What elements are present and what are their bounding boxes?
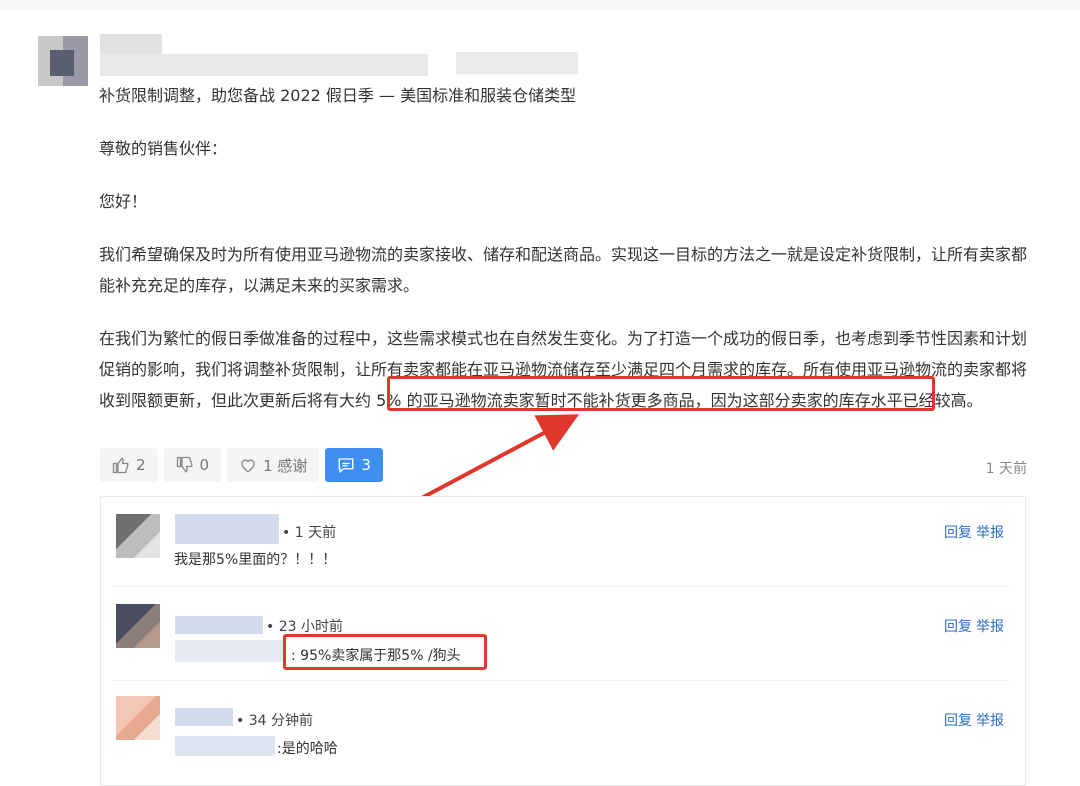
comment-mention-blurred [175, 736, 275, 756]
comment-text: :是的哈哈 [277, 741, 338, 757]
dislike-button[interactable]: 0 [163, 448, 222, 482]
comment-divider [114, 586, 1010, 587]
like-button[interactable]: 2 [100, 448, 158, 482]
thumbs-up-icon [112, 457, 129, 474]
comment-mention-blurred [175, 640, 285, 662]
comment-avatar[interactable] [116, 604, 160, 648]
comment-links: 回复 举报 [940, 522, 1004, 542]
reply-link[interactable]: 回复 [944, 713, 972, 729]
thanks-button[interactable]: 1 感谢 [227, 448, 320, 482]
thanks-label: 1 感谢 [263, 456, 308, 475]
report-link[interactable]: 举报 [976, 713, 1004, 729]
comment-count: 3 [361, 456, 371, 474]
dislike-count: 0 [199, 456, 210, 474]
comment-author-blurred[interactable] [175, 514, 279, 544]
comment-author-blurred[interactable] [175, 708, 233, 726]
comment-divider [114, 680, 1010, 681]
report-link[interactable]: 举报 [976, 619, 1004, 635]
report-link[interactable]: 举报 [976, 525, 1004, 541]
comment-text: 我是那5%里面的？！！！ [174, 552, 337, 568]
post-time: 1 天前 [985, 461, 1027, 477]
comment-author-blurred[interactable] [175, 616, 263, 634]
comment-links: 回复 举报 [940, 710, 1004, 730]
comment-time: • 23 小时前 [266, 619, 343, 635]
comment-avatar[interactable] [116, 514, 160, 558]
thumbs-down-icon [176, 456, 192, 473]
comment-time: • 1 天前 [282, 525, 337, 541]
comment-links: 回复 举报 [940, 616, 1004, 636]
annotation-arrow-1 [417, 414, 580, 502]
comment-time: • 34 分钟前 [236, 713, 313, 729]
comment-icon [338, 458, 354, 474]
comment-button[interactable]: 3 [325, 448, 383, 482]
heart-icon [241, 459, 255, 473]
post-action-bar: 2 0 1 感谢 3 [100, 448, 389, 484]
reply-link[interactable]: 回复 [944, 525, 972, 541]
like-count: 2 [136, 456, 146, 474]
annotation-box-comment [283, 634, 487, 670]
reply-link[interactable]: 回复 [944, 619, 972, 635]
comment-avatar[interactable] [116, 696, 160, 740]
